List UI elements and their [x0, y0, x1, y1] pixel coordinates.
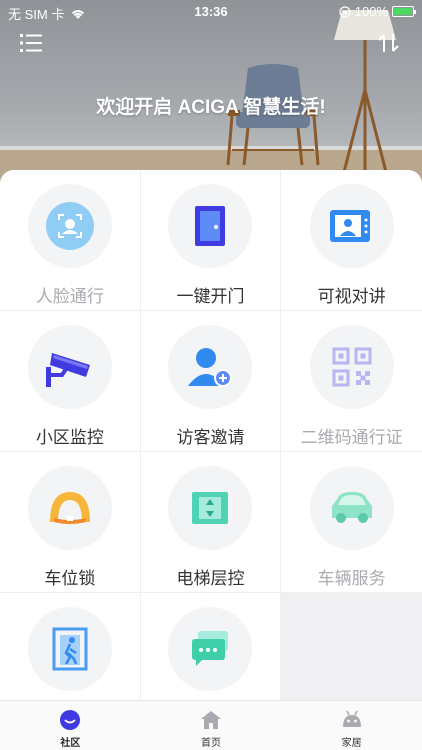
feature-vehicle-service[interactable]: 车辆服务: [281, 452, 422, 593]
orientation-lock-icon: [339, 5, 351, 18]
tab-label: 社区: [60, 738, 81, 749]
hero-banner: 无 SIM 卡 13:36 100% 欢迎开启 ACIGA 智慧生活!: [0, 0, 422, 190]
icon-circle: [168, 325, 253, 409]
feature-messages[interactable]: [140, 593, 282, 700]
switch-arrows-icon[interactable]: [376, 32, 402, 54]
tab-home[interactable]: 首页: [141, 701, 282, 750]
message-icon: [192, 631, 229, 666]
feature-video-intercom[interactable]: 可视对讲: [281, 170, 422, 311]
icon-circle: [309, 184, 394, 268]
feature-visitor-invite[interactable]: 访客邀请: [140, 311, 282, 452]
feature-face-pass[interactable]: 人脸通行: [0, 170, 141, 311]
robot-icon: [342, 710, 361, 727]
feature-label: 访客邀请: [176, 428, 245, 447]
tab-community[interactable]: 社区: [0, 701, 141, 750]
app-screen: 无 SIM 卡 13:36 100% 欢迎开启 ACIGA 智慧生活! 人脸通行…: [0, 0, 422, 750]
feature-label: 车辆服务: [317, 569, 386, 588]
community-smile-icon: [60, 710, 81, 730]
feature-label: 一键开门: [176, 287, 245, 306]
icon-circle: [168, 184, 253, 268]
face-recognition-icon: [45, 202, 94, 250]
empty-cell: [281, 593, 422, 700]
battery-icon: [392, 6, 416, 17]
feature-label: 二维码通行证: [300, 428, 403, 447]
feature-grid: 人脸通行 一键开门 可视对讲 小区监控 访客邀请 二维码通行证 车位锁 电梯层控…: [0, 170, 422, 700]
feature-qr-pass[interactable]: 二维码通行证: [281, 311, 422, 452]
car-icon: [331, 492, 372, 523]
tab-home-living[interactable]: 家居: [281, 701, 422, 750]
status-bar: 无 SIM 卡 13:36 100%: [0, 0, 422, 22]
feature-label: 小区监控: [35, 428, 104, 447]
battery-percent: 100%: [354, 4, 388, 19]
add-visitor-icon: [188, 348, 233, 387]
feature-panel: 人脸通行 一键开门 可视对讲 小区监控 访客邀请 二维码通行证 车位锁 电梯层控…: [0, 170, 422, 700]
icon-circle: [27, 184, 112, 268]
icon-circle: [309, 325, 394, 409]
icon-circle: [27, 466, 112, 550]
qr-code-icon: [332, 347, 372, 387]
parking-lock-icon: [49, 492, 90, 524]
door-icon: [195, 206, 226, 246]
feature-parking-lock[interactable]: 车位锁: [0, 452, 141, 593]
feature-community-monitor[interactable]: 小区监控: [0, 311, 141, 452]
home-icon: [201, 711, 221, 729]
feature-label: 人脸通行: [35, 287, 104, 306]
floor-lamp-illustration: [334, 10, 396, 173]
feature-elevator-control[interactable]: 电梯层控: [140, 452, 282, 593]
feature-one-click-open[interactable]: 一键开门: [140, 170, 282, 311]
icon-circle: [168, 607, 253, 691]
feature-label: 电梯层控: [176, 569, 245, 588]
icon-circle: [27, 607, 112, 691]
feature-label: 车位锁: [44, 569, 96, 588]
elevator-icon: [192, 492, 229, 524]
icon-circle: [27, 325, 112, 409]
emergency-exit-icon: [52, 627, 88, 671]
tab-label: 家居: [341, 738, 362, 749]
feature-emergency-exit[interactable]: [0, 593, 141, 700]
surveillance-camera-icon: [45, 353, 90, 387]
menu-list-icon[interactable]: [20, 32, 46, 54]
icon-circle: [168, 466, 253, 550]
feature-label: 可视对讲: [317, 287, 386, 306]
tab-bar: 社区 首页 家居: [0, 700, 422, 750]
welcome-message: 欢迎开启 ACIGA 智慧生活!: [96, 97, 326, 118]
video-intercom-icon: [329, 210, 370, 242]
icon-circle: [309, 466, 394, 550]
tab-label: 首页: [201, 738, 221, 749]
